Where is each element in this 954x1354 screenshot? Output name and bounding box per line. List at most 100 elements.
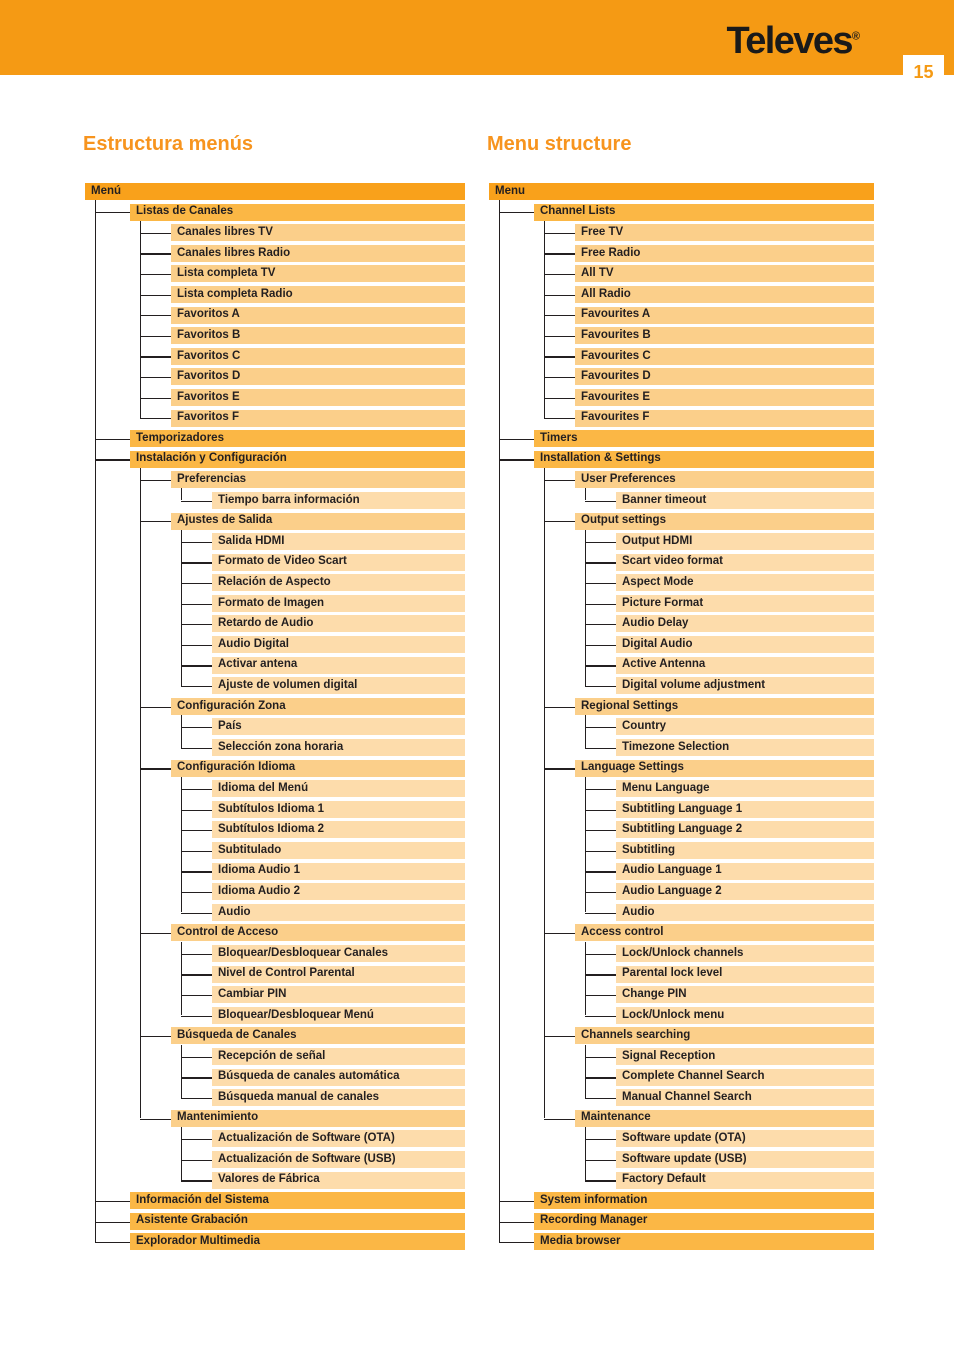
- menu-item-bar-level-2[interactable]: Canales libres Radio: [171, 244, 465, 262]
- menu-item-bar-level-2[interactable]: Favourites A: [575, 306, 874, 324]
- menu-item-bar-level-3[interactable]: Recepción de señal: [212, 1047, 465, 1065]
- menu-item-bar-level-2[interactable]: Favoritos A: [171, 306, 465, 324]
- menu-item-row[interactable]: Configuración Idioma: [85, 759, 465, 781]
- menu-item-bar-level-2[interactable]: Maintenance: [575, 1109, 874, 1127]
- menu-item-bar-level-3[interactable]: Valores de Fábrica: [212, 1171, 465, 1189]
- menu-item-bar-level-3[interactable]: Selección zona horaria: [212, 739, 465, 757]
- menu-item-row[interactable]: Favourites E: [489, 388, 874, 410]
- menu-item-row[interactable]: Idioma Audio 2: [85, 883, 465, 904]
- menu-item-row[interactable]: Activar antena: [85, 656, 465, 678]
- menu-item-bar-level-3[interactable]: Audio Digital: [212, 636, 465, 654]
- menu-item-row[interactable]: Software update (OTA): [489, 1130, 874, 1151]
- menu-item-row[interactable]: Complete Channel Search: [489, 1068, 874, 1090]
- menu-item-bar-level-2[interactable]: Ajustes de Salida: [171, 512, 465, 530]
- menu-item-row[interactable]: All Radio: [489, 285, 874, 307]
- menu-item-row[interactable]: Subtitulado: [85, 842, 465, 863]
- menu-item-bar-level-3[interactable]: Complete Channel Search: [616, 1068, 874, 1086]
- menu-item-row[interactable]: Control de Acceso: [85, 924, 465, 945]
- menu-item-row[interactable]: Explorador Multimedia: [85, 1233, 465, 1254]
- menu-item-bar-level-1[interactable]: Temporizadores: [130, 430, 465, 448]
- menu-item-bar-level-1[interactable]: Información del Sistema: [130, 1192, 465, 1210]
- menu-item-row[interactable]: Lock/Unlock channels: [489, 944, 874, 966]
- menu-item-row[interactable]: Subtitling: [489, 842, 874, 863]
- menu-item-row[interactable]: Relación de Aspecto: [85, 574, 465, 595]
- menu-item-row[interactable]: Audio: [489, 903, 874, 925]
- menu-item-bar-level-0[interactable]: Menu: [489, 183, 874, 200]
- menu-item-bar-level-3[interactable]: Banner timeout: [616, 491, 874, 509]
- menu-item-bar-level-3[interactable]: Relación de Aspecto: [212, 574, 465, 592]
- menu-item-bar-level-3[interactable]: Country: [616, 718, 874, 736]
- menu-item-bar-level-2[interactable]: Favourites B: [575, 327, 874, 345]
- menu-item-bar-level-2[interactable]: Favourites E: [575, 388, 874, 406]
- menu-item-row[interactable]: Regional Settings: [489, 697, 874, 719]
- menu-item-bar-level-3[interactable]: Subtitling: [616, 842, 874, 859]
- menu-item-bar-level-2[interactable]: Free TV: [575, 224, 874, 242]
- menu-item-bar-level-3[interactable]: Bloquear/Desbloquear Canales: [212, 944, 465, 962]
- menu-item-row[interactable]: Favourites A: [489, 306, 874, 328]
- menu-item-bar-level-3[interactable]: Menu Language: [616, 780, 874, 798]
- menu-item-row[interactable]: Recording Manager: [489, 1212, 874, 1234]
- menu-item-row[interactable]: Digital volume adjustment: [489, 677, 874, 698]
- menu-item-bar-level-3[interactable]: Actualización de Software (OTA): [212, 1130, 465, 1148]
- menu-item-row[interactable]: Menú: [85, 183, 465, 204]
- menu-item-bar-level-3[interactable]: Active Antenna: [616, 656, 874, 674]
- menu-item-bar-level-2[interactable]: Control de Acceso: [171, 924, 465, 942]
- menu-item-row[interactable]: Nivel de Control Parental: [85, 965, 465, 987]
- menu-item-bar-level-2[interactable]: Output settings: [575, 512, 874, 530]
- menu-item-bar-level-2[interactable]: Favoritos D: [171, 368, 465, 386]
- menu-item-row[interactable]: Digital Audio: [489, 636, 874, 657]
- menu-item-row[interactable]: Selección zona horaria: [85, 739, 465, 760]
- menu-item-row[interactable]: Actualización de Software (USB): [85, 1150, 465, 1172]
- menu-item-row[interactable]: Temporizadores: [85, 430, 465, 451]
- menu-item-bar-level-2[interactable]: All TV: [575, 265, 874, 283]
- menu-item-row[interactable]: Recepción de señal: [85, 1047, 465, 1069]
- menu-item-bar-level-2[interactable]: Favourites C: [575, 347, 874, 365]
- menu-item-row[interactable]: Canales libres TV: [85, 224, 465, 245]
- menu-item-row[interactable]: Lista completa TV: [85, 265, 465, 286]
- menu-item-row[interactable]: Salida HDMI: [85, 533, 465, 554]
- menu-item-bar-level-2[interactable]: Canales libres TV: [171, 224, 465, 242]
- menu-item-bar-level-2[interactable]: Channels searching: [575, 1027, 874, 1045]
- menu-item-bar-level-3[interactable]: Subtítulos Idioma 2: [212, 821, 465, 839]
- menu-item-row[interactable]: Software update (USB): [489, 1150, 874, 1172]
- menu-item-row[interactable]: Timezone Selection: [489, 739, 874, 760]
- menu-item-row[interactable]: Favoritos A: [85, 306, 465, 328]
- menu-item-bar-level-0[interactable]: Menú: [85, 183, 465, 200]
- menu-item-row[interactable]: Output HDMI: [489, 533, 874, 554]
- menu-item-bar-level-3[interactable]: Tiempo barra información: [212, 491, 465, 509]
- menu-item-bar-level-3[interactable]: Audio: [212, 903, 465, 921]
- menu-item-row[interactable]: Change PIN: [489, 986, 874, 1007]
- menu-item-row[interactable]: Subtitling Language 2: [489, 821, 874, 842]
- menu-item-bar-level-2[interactable]: Preferencias: [171, 471, 465, 489]
- menu-item-bar-level-3[interactable]: País: [212, 718, 465, 736]
- menu-item-row[interactable]: Timers: [489, 430, 874, 451]
- menu-item-row[interactable]: Access control: [489, 924, 874, 945]
- menu-item-bar-level-1[interactable]: Timers: [534, 430, 874, 448]
- menu-item-bar-level-1[interactable]: Listas de Canales: [130, 203, 465, 221]
- menu-item-bar-level-2[interactable]: All Radio: [575, 285, 874, 303]
- menu-item-bar-level-2[interactable]: Language Settings: [575, 759, 874, 777]
- menu-item-row[interactable]: Valores de Fábrica: [85, 1171, 465, 1193]
- menu-item-bar-level-2[interactable]: Regional Settings: [575, 697, 874, 715]
- menu-item-row[interactable]: Favoritos F: [85, 409, 465, 431]
- menu-item-row[interactable]: Ajuste de volumen digital: [85, 677, 465, 698]
- menu-item-bar-level-3[interactable]: Actualización de Software (USB): [212, 1150, 465, 1168]
- menu-item-row[interactable]: Maintenance: [489, 1109, 874, 1131]
- menu-item-row[interactable]: Aspect Mode: [489, 574, 874, 595]
- menu-item-bar-level-2[interactable]: Favoritos E: [171, 388, 465, 406]
- menu-item-row[interactable]: Tiempo barra información: [85, 491, 465, 513]
- menu-item-row[interactable]: Installation & Settings: [489, 450, 874, 472]
- menu-item-bar-level-2[interactable]: User Preferences: [575, 471, 874, 489]
- menu-item-row[interactable]: Active Antenna: [489, 656, 874, 678]
- menu-item-bar-level-1[interactable]: Channel Lists: [534, 203, 874, 221]
- menu-item-row[interactable]: Búsqueda de canales automática: [85, 1068, 465, 1090]
- menu-item-bar-level-3[interactable]: Lock/Unlock menu: [616, 1006, 874, 1024]
- menu-item-bar-level-1[interactable]: Installation & Settings: [534, 450, 874, 468]
- menu-item-row[interactable]: Channel Lists: [489, 203, 874, 225]
- menu-item-bar-level-3[interactable]: Manual Channel Search: [616, 1089, 874, 1107]
- menu-item-row[interactable]: Language Settings: [489, 759, 874, 781]
- menu-item-bar-level-2[interactable]: Free Radio: [575, 244, 874, 262]
- menu-item-bar-level-3[interactable]: Scart video format: [616, 553, 874, 571]
- menu-item-bar-level-3[interactable]: Formato de Video Scart: [212, 553, 465, 571]
- menu-item-row[interactable]: Asistente Grabación: [85, 1212, 465, 1234]
